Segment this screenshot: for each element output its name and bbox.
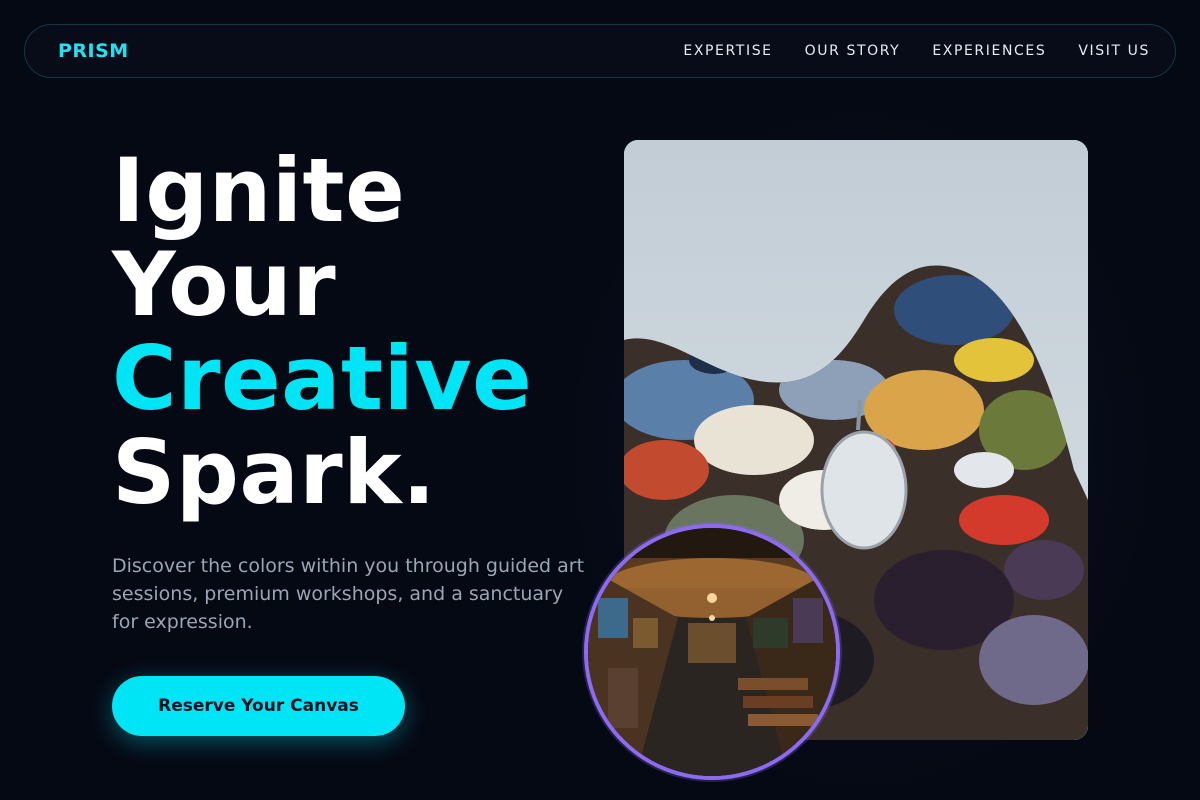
hero-headline: Ignite Your Creative Spark.	[112, 144, 532, 520]
hero-subtitle: Discover the colors within you through g…	[112, 555, 585, 633]
headline-line-4: Spark.	[112, 421, 437, 524]
nav-links: EXPERTISE OUR STORY EXPERIENCES VISIT US	[683, 43, 1150, 59]
headline-line-1: Ignite	[112, 139, 406, 242]
top-navigation: PRISM EXPERTISE OUR STORY EXPERIENCES VI…	[24, 24, 1176, 78]
headline-line-2: Your	[112, 233, 337, 336]
gallery-interior-image	[584, 524, 840, 780]
reserve-canvas-button[interactable]: Reserve Your Canvas	[112, 676, 405, 736]
nav-link-our-story[interactable]: OUR STORY	[805, 43, 901, 59]
nav-link-expertise[interactable]: EXPERTISE	[683, 43, 772, 59]
headline-line-3-accent: Creative	[112, 327, 533, 430]
nav-link-experiences[interactable]: EXPERIENCES	[932, 43, 1046, 59]
brand-logo[interactable]: PRISM	[58, 40, 129, 62]
nav-link-visit-us[interactable]: VISIT US	[1078, 43, 1150, 59]
